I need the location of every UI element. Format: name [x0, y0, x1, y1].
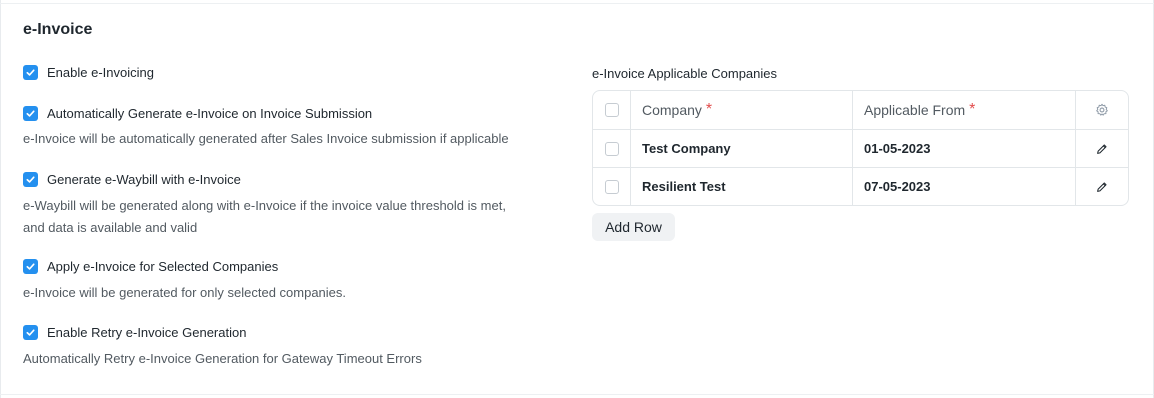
column-header-label: Applicable From: [864, 102, 966, 118]
row-select-cell: [593, 168, 631, 205]
row-edit-cell: [1076, 168, 1128, 205]
apply-selected-companies-field: Apply e-Invoice for Selected Companies e…: [23, 257, 563, 304]
required-marker: *: [969, 101, 976, 118]
description-line: and data is available and valid: [23, 220, 198, 235]
row-edit-cell: [1076, 130, 1128, 167]
auto-generate-e-invoice-description: e-Invoice will be automatically generate…: [23, 131, 509, 146]
table-row[interactable]: Test Company 01-05-2023: [593, 129, 1128, 167]
company-cell[interactable]: Test Company: [631, 130, 853, 167]
checkmark-icon: [26, 68, 35, 76]
enable-retry-field: Enable Retry e-Invoice Generation Automa…: [23, 323, 563, 370]
applicable-from-value: 07-05-2023: [864, 179, 931, 194]
enable-e-invoicing-field: Enable e-Invoicing: [23, 63, 154, 81]
enable-retry-description: Automatically Retry e-Invoice Generation…: [23, 351, 422, 366]
enable-retry-checkbox[interactable]: [23, 324, 38, 340]
table-row[interactable]: Resilient Test 07-05-2023: [593, 167, 1128, 205]
column-header-company: Company *: [631, 91, 853, 129]
row-checkbox[interactable]: [604, 141, 619, 156]
column-settings-cell: [1076, 91, 1128, 129]
pencil-icon[interactable]: [1095, 142, 1109, 156]
enable-e-invoicing-label: Enable e-Invoicing: [47, 64, 154, 80]
select-all-checkbox[interactable]: [604, 103, 619, 117]
company-value: Resilient Test: [642, 179, 726, 194]
pencil-icon[interactable]: [1095, 180, 1109, 194]
applicable-from-cell[interactable]: 07-05-2023: [853, 168, 1076, 205]
description-line: e-Waybill will be generated along with e…: [23, 198, 506, 213]
apply-selected-companies-description: e-Invoice will be generated for only sel…: [23, 285, 347, 300]
applicable-from-value: 01-05-2023: [864, 141, 931, 156]
section-divider-top: [0, 3, 1154, 4]
gear-icon[interactable]: [1095, 103, 1109, 117]
generate-e-waybill-checkbox[interactable]: [23, 171, 38, 187]
auto-generate-e-invoice-label: Automatically Generate e-Invoice on Invo…: [47, 105, 373, 121]
row-select-cell: [593, 130, 631, 167]
section-divider-bottom: [0, 394, 1154, 395]
companies-table-label: e-Invoice Applicable Companies: [592, 66, 777, 81]
required-marker: *: [705, 101, 713, 118]
section-title: e-Invoice: [23, 21, 93, 38]
table-header-row: Company * Applicable From *: [593, 91, 1128, 129]
select-all-cell: [593, 91, 631, 129]
generate-e-waybill-description: e-Waybill will be generated along with e…: [23, 195, 563, 239]
auto-generate-e-invoice-checkbox[interactable]: [23, 105, 38, 121]
checkmark-icon: [26, 328, 35, 336]
generate-e-waybill-label: Generate e-Waybill with e-Invoice: [47, 171, 241, 187]
apply-selected-companies-label: Apply e-Invoice for Selected Companies: [47, 258, 279, 274]
checkmark-icon: [26, 175, 35, 183]
apply-selected-companies-checkbox[interactable]: [23, 258, 38, 274]
company-value: Test Company: [642, 141, 731, 156]
enable-e-invoicing-checkbox[interactable]: [23, 64, 38, 80]
checkmark-icon: [26, 109, 35, 117]
generate-e-waybill-field: Generate e-Waybill with e-Invoice e-Wayb…: [23, 170, 563, 239]
enable-retry-label: Enable Retry e-Invoice Generation: [47, 324, 247, 340]
checkmark-icon: [26, 262, 35, 270]
column-header-label: Company: [642, 102, 702, 118]
add-row-button[interactable]: Add Row: [592, 213, 675, 241]
company-cell[interactable]: Resilient Test: [631, 168, 853, 205]
applicable-from-cell[interactable]: 01-05-2023: [853, 130, 1076, 167]
column-header-applicable-from: Applicable From *: [853, 91, 1076, 129]
companies-table: Company * Applicable From * Test Company 0…: [592, 90, 1129, 206]
auto-generate-e-invoice-field: Automatically Generate e-Invoice on Invo…: [23, 104, 563, 150]
row-checkbox[interactable]: [604, 179, 619, 194]
